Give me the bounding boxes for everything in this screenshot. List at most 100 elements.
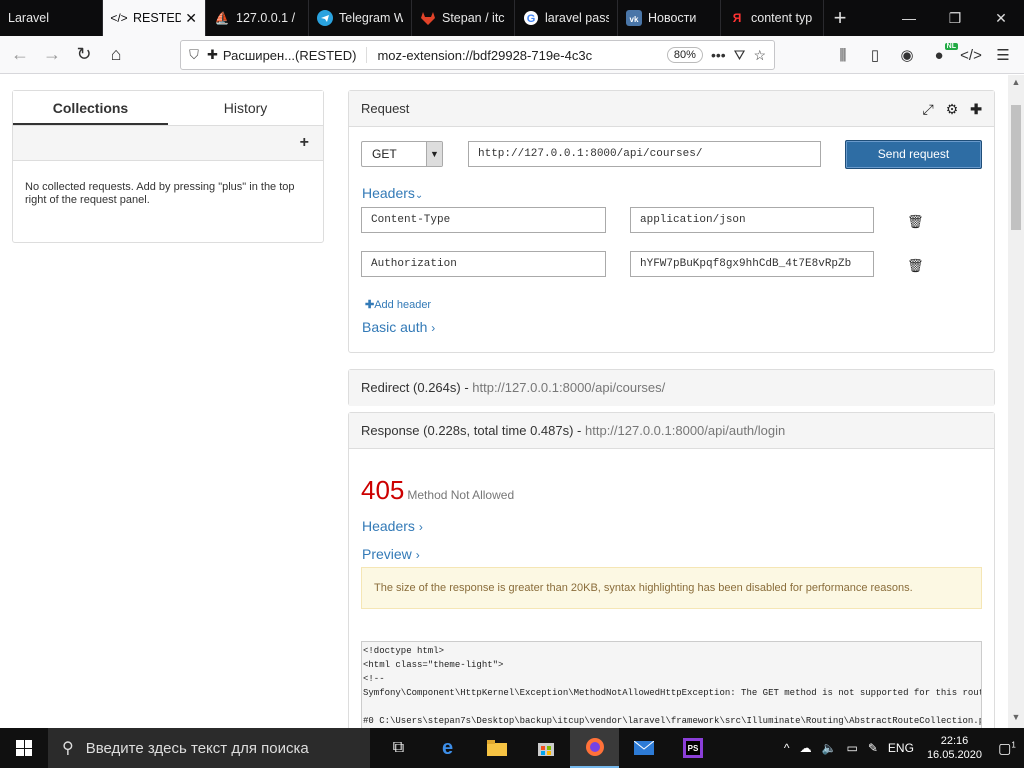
tab-collections[interactable]: Collections (13, 91, 168, 125)
response-headers-label: Headers (362, 518, 415, 534)
account-icon[interactable]: ◉ (894, 46, 920, 64)
vpn-extension-icon[interactable]: ● NL (926, 42, 958, 64)
network-icon[interactable]: ▭ (842, 741, 863, 755)
tab-bar: Laravel </> RESTED ✕ ⛵ 127.0.0.1 / Teleg… (0, 0, 1024, 36)
reload-button[interactable]: ↻ (68, 39, 100, 71)
scrollbar[interactable]: ▲ ▼ (1008, 75, 1024, 728)
notification-count: 1 (1011, 739, 1016, 749)
headers-toggle[interactable]: Headers⌄ (362, 185, 423, 201)
chevron-up-icon[interactable]: ^ (779, 741, 795, 755)
svg-text:G: G (527, 13, 536, 25)
gear-icon[interactable]: ⚙ (946, 91, 959, 127)
mail-icon[interactable] (619, 728, 668, 768)
header-name-input[interactable]: Authorization (361, 251, 606, 277)
back-button[interactable]: ← (4, 39, 36, 71)
shield-icon[interactable]: ⛉ (181, 47, 207, 63)
method-select[interactable]: GET ▼ (361, 141, 443, 167)
taskbar-search[interactable]: ⚲ Введите здесь текст для поиска (48, 728, 370, 768)
pocket-icon[interactable]: ⛛ (734, 47, 746, 64)
url-bar[interactable]: ⛉ ✚ Расширен...(RESTED) moz-extension://b… (180, 40, 775, 70)
code-icon: </> (110, 11, 128, 25)
clock[interactable]: 22:16 16.05.2020 (919, 734, 990, 762)
tab-vk[interactable]: vk Новости (618, 0, 721, 36)
tab-gitlab[interactable]: Stepan / itc (412, 0, 515, 36)
zoom-indicator[interactable]: 80% (666, 47, 703, 63)
response-body: <!doctype html> <html class="theme-light… (361, 641, 982, 728)
plus-icon[interactable]: ✚ (970, 91, 982, 127)
page-actions-icon[interactable]: ••• (711, 47, 726, 64)
collections-panel: Collections History + No collected reque… (12, 90, 324, 243)
tab-telegram[interactable]: Telegram W (309, 0, 412, 36)
start-button[interactable] (0, 728, 48, 768)
bookmark-star-icon[interactable]: ☆ (753, 47, 766, 64)
menu-icon[interactable]: ☰ (990, 46, 1016, 64)
library-icon[interactable]: ⫼ (830, 47, 856, 64)
chevron-down-icon: ⌄ (414, 190, 424, 201)
tab-history[interactable]: History (168, 91, 323, 125)
tab-label: laravel pass (545, 11, 609, 25)
extension-identity[interactable]: ✚ Расширен...(RESTED) (207, 47, 368, 63)
edge-icon[interactable]: e (423, 728, 472, 768)
store-icon[interactable] (521, 728, 570, 768)
response-panel: Response (0.228s, total time 0.487s) - h… (348, 412, 995, 728)
puzzle-icon: ✚ (207, 47, 218, 62)
scrollbar-thumb[interactable] (1011, 105, 1021, 230)
minimize-icon[interactable]: — (886, 0, 932, 36)
svg-text:PS: PS (687, 744, 698, 753)
pen-icon[interactable]: ✎ (863, 741, 883, 755)
vk-icon: vk (626, 10, 642, 26)
tab-phpmyadmin[interactable]: ⛵ 127.0.0.1 / (206, 0, 309, 36)
new-tab-button[interactable]: + (824, 0, 856, 36)
url-text[interactable]: moz-extension://bdf29928-719e-4c3c (367, 48, 666, 63)
sidebar-icon[interactable]: ▯ (862, 46, 888, 64)
add-header-button[interactable]: ✚Add header (365, 298, 431, 311)
tab-rested[interactable]: </> RESTED ✕ (103, 0, 206, 36)
basic-auth-label: Basic auth (362, 319, 428, 335)
close-tab-icon[interactable]: ✕ (185, 10, 197, 27)
volume-icon[interactable]: 🔈 (817, 741, 842, 755)
header-value-input[interactable]: application/json (630, 207, 874, 233)
language-indicator[interactable]: ENG (883, 741, 919, 755)
home-button[interactable]: ⌂ (100, 39, 132, 71)
header-name-input[interactable]: Content-Type (361, 207, 606, 233)
search-placeholder: Введите здесь текст для поиска (85, 739, 309, 757)
preview-toggle[interactable]: Preview › (362, 546, 420, 562)
code-icon[interactable]: </> (958, 47, 984, 64)
page-content: Collections History + No collected reque… (0, 75, 1008, 728)
response-status: 405 Method Not Allowed (361, 475, 514, 506)
response-headers-toggle[interactable]: Headers › (362, 518, 423, 534)
redirect-panel: Redirect (0.264s) - http://127.0.0.1:800… (348, 369, 995, 406)
scroll-down-icon[interactable]: ▼ (1008, 712, 1024, 728)
headers-toggle-label: Headers (362, 185, 415, 201)
url-input[interactable]: http://127.0.0.1:8000/api/courses/ (468, 141, 821, 167)
tab-laravel[interactable]: Laravel (0, 0, 103, 36)
cloud-icon[interactable]: ☁ (795, 741, 817, 755)
phpmyadmin-icon: ⛵ (214, 11, 230, 25)
trash-icon[interactable]: 🗑 (907, 258, 924, 274)
restore-icon[interactable]: ❐ (932, 0, 978, 36)
tab-label: Stepan / itc (442, 11, 505, 25)
scroll-up-icon[interactable]: ▲ (1008, 77, 1024, 93)
phpstorm-icon[interactable]: PS (668, 728, 717, 768)
firefox-icon[interactable] (570, 728, 619, 768)
task-view-icon[interactable]: ⧉ (374, 728, 423, 768)
notification-icon[interactable]: ▢1 (990, 740, 1024, 757)
close-window-icon[interactable]: ✕ (978, 0, 1024, 36)
basic-auth-toggle[interactable]: Basic auth › (362, 319, 435, 335)
navigation-bar: ← → ↻ ⌂ ⛉ ✚ Расширен...(RESTED) moz-exten… (0, 36, 1024, 74)
forward-button[interactable]: → (36, 39, 68, 71)
header-value-input[interactable]: hYFW7pBuKpqf8gx9hhCdB_4t7E8vRpZb (630, 251, 874, 277)
empty-collections-message: No collected requests. Add by pressing "… (25, 181, 295, 206)
add-collection-button[interactable]: + (300, 134, 309, 152)
tab-yandex[interactable]: Я content typ (721, 0, 824, 36)
tab-google[interactable]: G laravel pass (515, 0, 618, 36)
status-text: Method Not Allowed (407, 488, 515, 502)
tab-label: content typ (751, 11, 813, 25)
trash-icon[interactable]: 🗑 (907, 214, 924, 230)
send-request-button[interactable]: Send request (845, 140, 982, 169)
window-controls: — ❐ ✕ (886, 0, 1024, 36)
tab-label: RESTED (133, 11, 182, 25)
file-explorer-icon[interactable] (472, 728, 521, 768)
response-url: http://127.0.0.1:8000/api/auth/login (585, 423, 786, 438)
expand-icon[interactable]: ⤢ (923, 91, 934, 127)
